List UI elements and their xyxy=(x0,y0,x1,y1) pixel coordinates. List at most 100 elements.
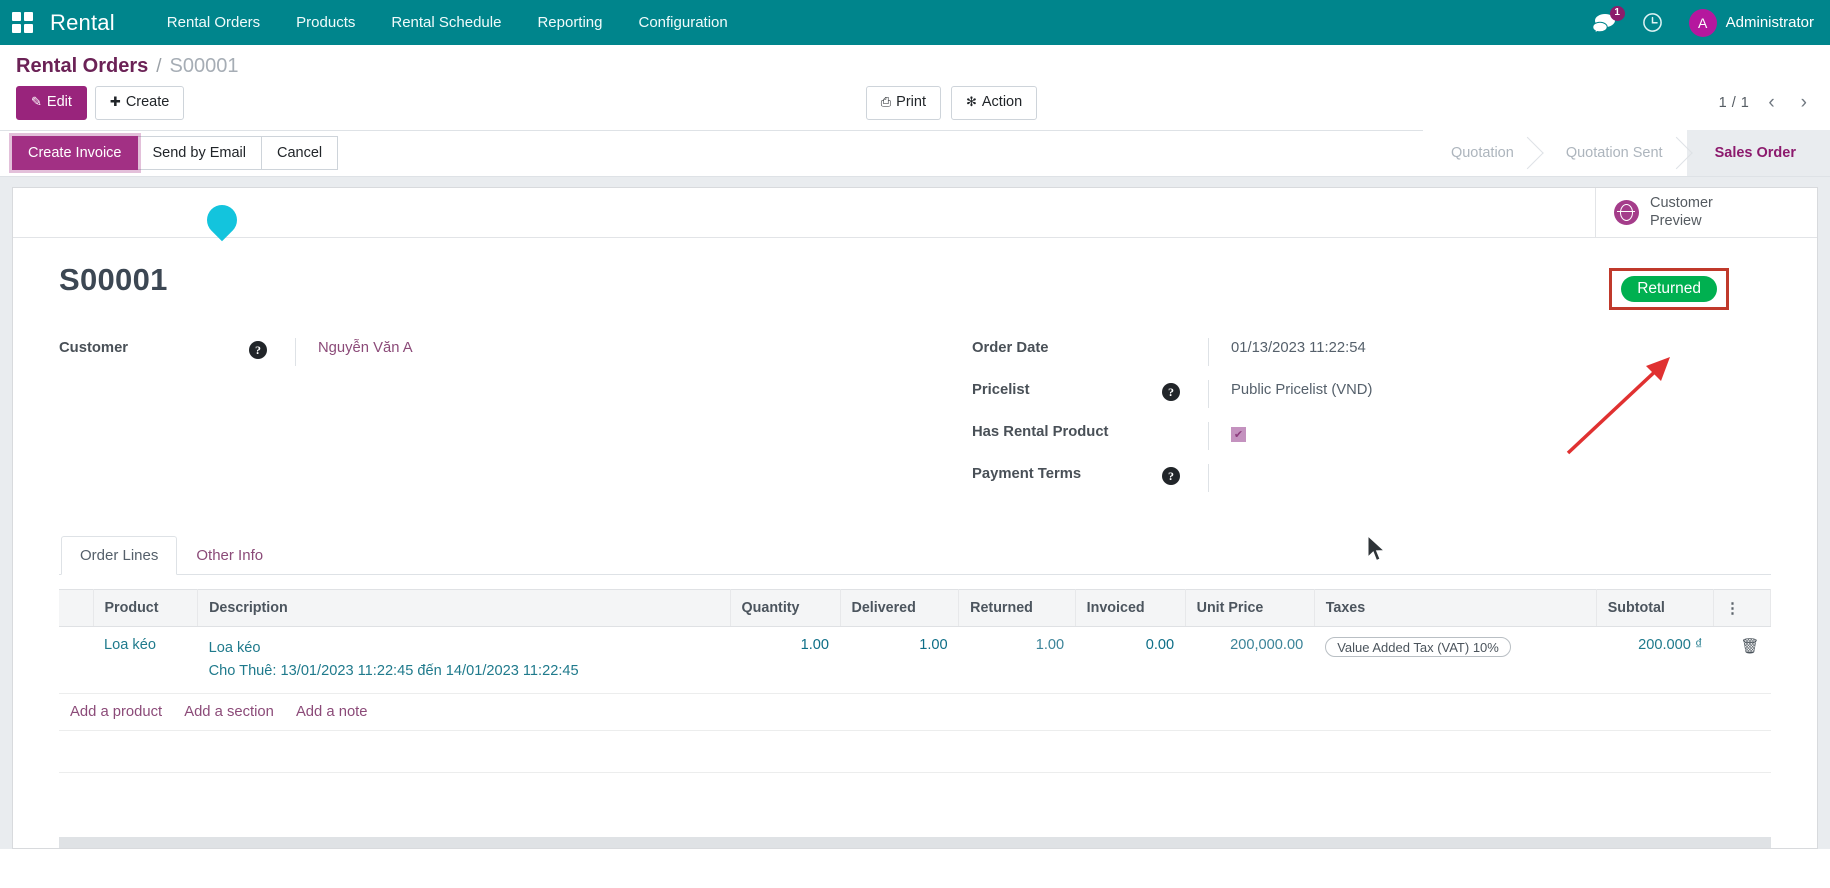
field-has-rental-product-label: Has Rental Product xyxy=(972,424,1109,441)
menu-reporting[interactable]: Reporting xyxy=(519,0,620,45)
field-divider xyxy=(1208,464,1209,493)
table-row[interactable]: Loa kéo Loa kéo Cho Thuê: 13/01/2023 11:… xyxy=(59,626,1771,694)
help-icon[interactable]: ? xyxy=(1162,383,1180,402)
help-icon[interactable]: ? xyxy=(1162,467,1180,486)
field-divider xyxy=(1208,380,1209,409)
status-badge: Returned xyxy=(1621,275,1717,303)
column-product[interactable]: Product xyxy=(93,589,199,628)
field-pricelist-value: Public Pricelist (VND) xyxy=(1231,382,1373,399)
app-brand[interactable]: Rental xyxy=(50,10,115,36)
control-panel: Rental Orders / S00001 ✎ Edit ✚ Create ⎙ Pr… xyxy=(0,45,1830,131)
print-button[interactable]: ⎙ Print xyxy=(865,86,941,120)
add-a-product-link[interactable]: Add a product xyxy=(70,704,162,720)
send-by-email-button[interactable]: Send by Email xyxy=(136,135,262,171)
edit-button-label: Edit xyxy=(46,94,72,110)
field-customer-label: Customer xyxy=(59,340,129,357)
column-options: ⋮ xyxy=(1713,589,1772,628)
notebook-tabs: Order Lines Other Info xyxy=(59,536,1771,576)
column-taxes[interactable]: Taxes xyxy=(1314,589,1597,628)
user-menu[interactable]: Administrator xyxy=(1726,14,1814,31)
field-divider xyxy=(1208,422,1209,451)
cell-description-main: Loa kéo xyxy=(208,640,261,657)
help-icon[interactable]: ? xyxy=(249,341,267,360)
cell-quantity[interactable]: 1.00 xyxy=(730,626,840,694)
form-columns: Customer ? Nguyễn Văn A Order Date 01/13… xyxy=(59,338,1771,506)
clock-icon[interactable] xyxy=(1642,12,1663,33)
field-has-rental-product: Has Rental Product ✔ xyxy=(972,422,1771,451)
tax-tag: Value Added Tax (VAT) 10% xyxy=(1325,637,1511,658)
avatar[interactable]: A xyxy=(1688,8,1717,37)
stage-pipeline: Quotation Quotation Sent Sales Order xyxy=(1422,130,1830,177)
edit-button[interactable]: ✎ Edit xyxy=(16,86,87,120)
cell-product[interactable]: Loa kéo xyxy=(93,626,198,694)
title-row: S00001 Returned xyxy=(59,262,1771,311)
cell-returned[interactable]: 1.00 xyxy=(958,626,1076,694)
menu-configuration[interactable]: Configuration xyxy=(621,0,746,45)
gear-icon: ✻ xyxy=(965,94,977,109)
stage-quotation-sent[interactable]: Quotation Sent xyxy=(1537,130,1687,177)
apps-grid-icon[interactable] xyxy=(12,11,34,34)
menu-rental-schedule[interactable]: Rental Schedule xyxy=(373,0,519,45)
pencil-icon: ✎ xyxy=(31,94,42,109)
chevron-left-icon[interactable]: ‹ xyxy=(1761,91,1781,114)
vertical-dots-icon[interactable]: ⋮ xyxy=(1725,600,1740,617)
cell-subtotal: 200.000 ₫ xyxy=(1596,626,1714,694)
table-body: Loa kéo Loa kéo Cho Thuê: 13/01/2023 11:… xyxy=(59,626,1771,773)
tab-order-lines[interactable]: Order Lines xyxy=(61,536,178,576)
create-invoice-button[interactable]: Create Invoice xyxy=(12,135,138,171)
row-handle[interactable] xyxy=(59,626,93,694)
breadcrumb-separator: / xyxy=(156,56,162,77)
pager-value: 1 / 1 xyxy=(1718,94,1750,111)
field-order-date-label: Order Date xyxy=(972,340,1049,357)
field-customer-value[interactable]: Nguyễn Văn A xyxy=(318,338,413,356)
returned-annotation-box: Returned xyxy=(1609,267,1729,311)
column-invoiced[interactable]: Invoiced xyxy=(1075,589,1186,628)
chat-bubbles-icon[interactable]: 1 xyxy=(1591,5,1625,33)
menu-rental-orders[interactable]: Rental Orders xyxy=(149,0,278,45)
column-quantity[interactable]: Quantity xyxy=(730,589,841,628)
has-rental-product-checkbox[interactable]: ✔ xyxy=(1231,427,1246,443)
column-delivered[interactable]: Delivered xyxy=(840,589,960,628)
breadcrumb-root[interactable]: Rental Orders xyxy=(16,55,148,78)
control-panel-buttons: ✎ Edit ✚ Create ⎙ Print ✻ Action 1 / 1 ‹ › xyxy=(0,80,1830,130)
field-divider xyxy=(1208,338,1209,367)
cell-description[interactable]: Loa kéo Cho Thuê: 13/01/2023 11:22:45 đế… xyxy=(197,626,731,694)
stage-quotation[interactable]: Quotation xyxy=(1422,130,1538,177)
stage-sales-order[interactable]: Sales Order xyxy=(1686,130,1830,177)
breadcrumb-current: S00001 xyxy=(169,55,239,77)
cell-invoiced[interactable]: 0.00 xyxy=(1075,626,1186,694)
customer-preview-button[interactable]: Customer Preview xyxy=(1595,187,1817,237)
form-sheet: Customer Preview S00001 Returned Custome… xyxy=(12,186,1818,849)
create-button-label: Create xyxy=(125,94,170,110)
field-payment-terms: Payment Terms ? xyxy=(972,464,1771,493)
statusbar: Create Invoice Send by Email Cancel Quot… xyxy=(0,130,1830,177)
table-empty-row xyxy=(59,730,1771,773)
create-button[interactable]: ✚ Create xyxy=(94,86,185,120)
cell-delivered[interactable]: 1.00 xyxy=(840,626,959,694)
add-a-note-link[interactable]: Add a note xyxy=(296,704,368,720)
field-pricelist: Pricelist ? Public Pricelist (VND) xyxy=(972,380,1771,409)
add-links-cell: Add a product Add a section Add a note xyxy=(59,693,1771,731)
help-icon-placeholder xyxy=(1162,425,1180,443)
sheet-container: Customer Preview S00001 Returned Custome… xyxy=(0,176,1830,849)
column-subtotal[interactable]: Subtotal xyxy=(1596,589,1714,628)
action-button[interactable]: ✻ Action xyxy=(950,86,1038,120)
add-a-section-link[interactable]: Add a section xyxy=(184,704,274,720)
cell-unit-price[interactable]: 200,000.00 xyxy=(1185,626,1315,694)
menu-products[interactable]: Products xyxy=(278,0,373,45)
help-icon-placeholder xyxy=(1162,341,1180,359)
column-unit-price[interactable]: Unit Price xyxy=(1185,589,1315,628)
form-column-right: Order Date 01/13/2023 11:22:54 Pricelist… xyxy=(915,338,1771,506)
chevron-right-icon[interactable]: › xyxy=(1794,91,1814,114)
trash-icon[interactable]: 🗑 xyxy=(1740,638,1759,655)
customer-preview-label: Customer Preview xyxy=(1650,194,1713,230)
cancel-button[interactable]: Cancel xyxy=(261,135,339,171)
field-divider xyxy=(295,338,296,367)
column-returned[interactable]: Returned xyxy=(958,589,1076,628)
totals-placeholder-strip xyxy=(59,836,1771,848)
column-description[interactable]: Description xyxy=(197,589,731,628)
field-payment-terms-label: Payment Terms xyxy=(972,466,1082,483)
cell-taxes[interactable]: Value Added Tax (VAT) 10% xyxy=(1314,626,1597,694)
print-button-label: Print xyxy=(896,94,926,110)
tab-other-info[interactable]: Other Info xyxy=(177,536,282,575)
